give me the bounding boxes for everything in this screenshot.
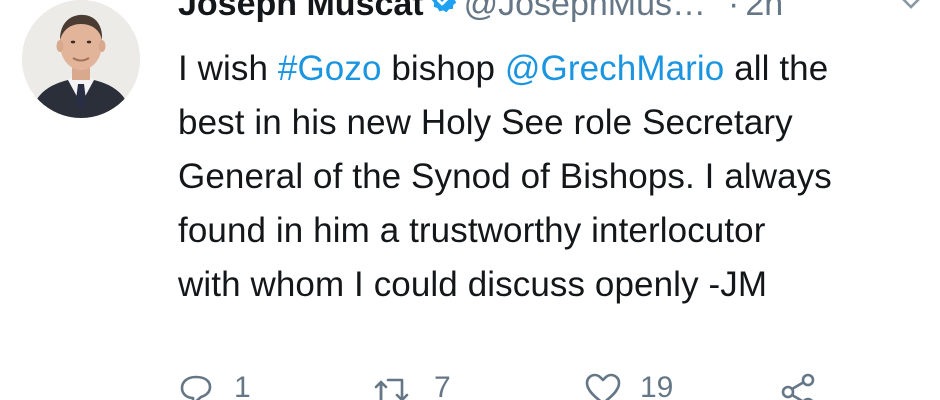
author-name[interactable]: Joseph Muscat	[178, 0, 424, 23]
tweet-text: I wish #Gozo bishop @GrechMario all the …	[178, 42, 940, 312]
retweet-count: 7	[434, 371, 451, 400]
avatar[interactable]	[22, 0, 140, 118]
reply-count: 1	[234, 371, 251, 400]
tweet-card[interactable]: Joseph Muscat @JosephMus… · 2h I wish #Gozo…	[0, 0, 940, 400]
text-segment: all the	[724, 49, 829, 88]
author-handle[interactable]: @JosephMus…	[464, 0, 706, 23]
chevron-down-icon[interactable]	[900, 0, 922, 12]
avatar-portrait	[22, 0, 140, 118]
tweet-text-line: General of the Synod of Bishops. I alway…	[178, 157, 832, 196]
retweet-icon	[374, 378, 409, 400]
tweet-header: Joseph Muscat @JosephMus… · 2h	[178, 0, 783, 26]
tweet-text-line: I wish #Gozo bishop @GrechMario all the	[178, 42, 940, 96]
mention-link[interactable]: @GrechMario	[505, 49, 724, 88]
tweet-timestamp[interactable]: 2h	[745, 0, 783, 23]
text-segment: bishop	[381, 49, 505, 88]
tweet-text-line: best in his new Holy See role Secretary	[178, 103, 793, 142]
tweet-text-line: found in him a trustworthy interlocutor	[178, 211, 766, 250]
heart-icon	[585, 373, 621, 400]
separator-dot: ·	[728, 0, 740, 23]
reply-icon	[180, 375, 212, 400]
text-segment: I wish	[178, 49, 278, 88]
share-icon	[781, 373, 815, 400]
like-count: 19	[640, 371, 674, 400]
verified-badge-icon	[430, 0, 458, 25]
hashtag-link[interactable]: #Gozo	[278, 49, 382, 88]
tweet-actions: 1 7 19	[178, 368, 878, 400]
tweet-text-line: with whom I could discuss openly -JM	[178, 265, 768, 304]
